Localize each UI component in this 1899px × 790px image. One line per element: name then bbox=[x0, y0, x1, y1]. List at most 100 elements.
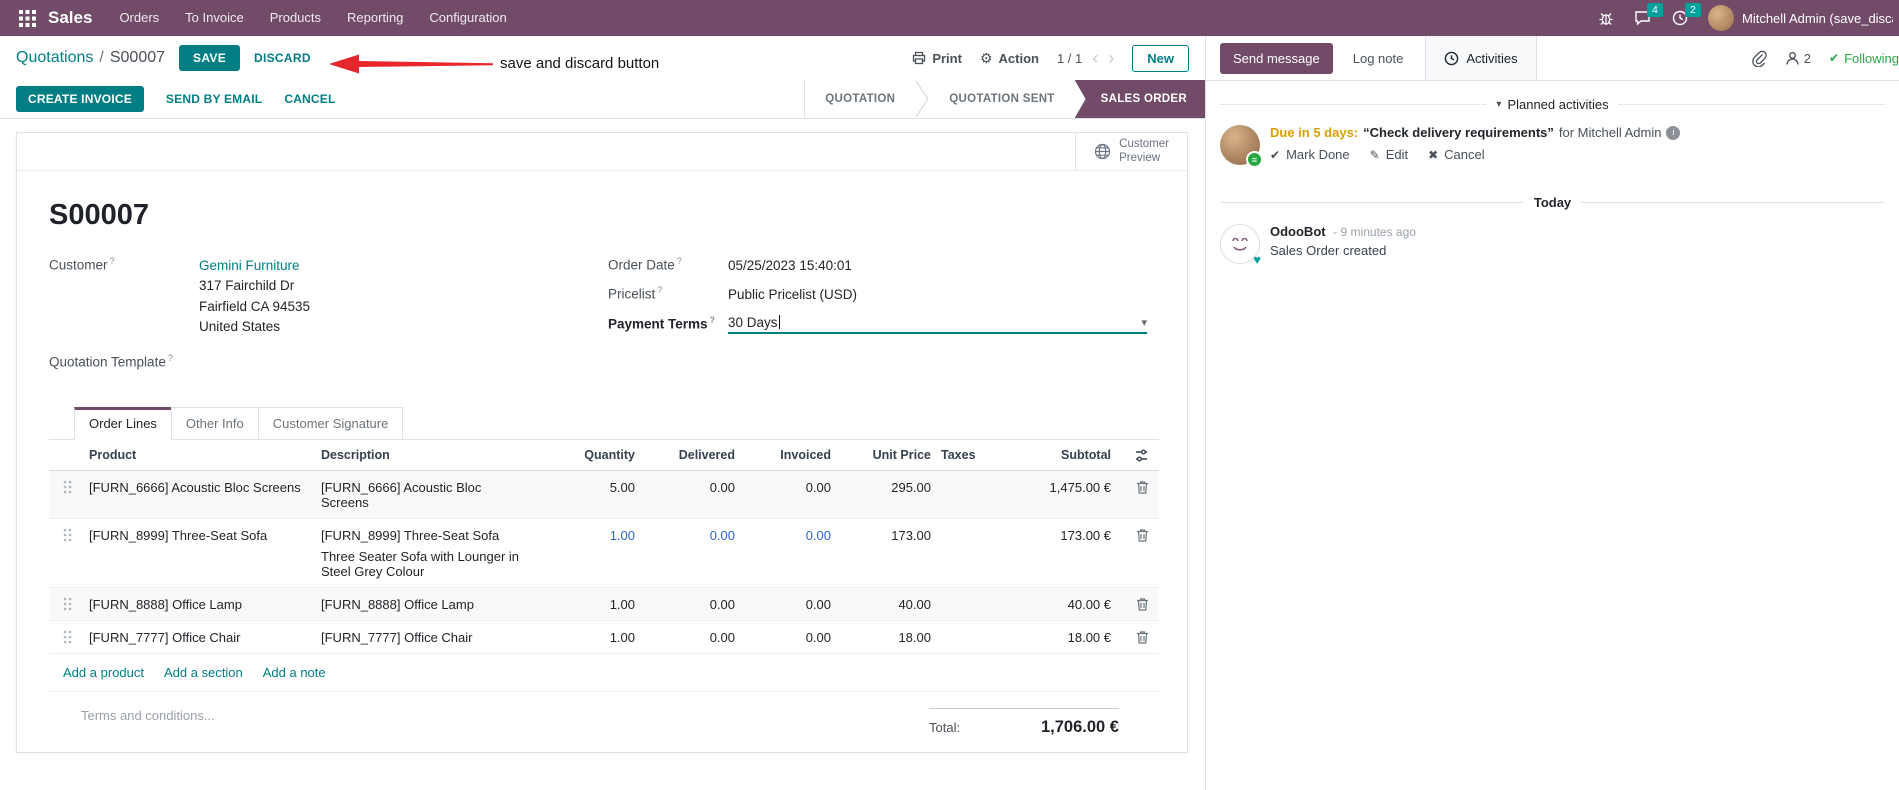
drag-handle-icon[interactable] bbox=[63, 471, 89, 502]
terms-and-conditions-placeholder[interactable]: Terms and conditions... bbox=[81, 708, 215, 737]
unit-price-cell[interactable]: 40.00 bbox=[831, 588, 931, 620]
description-cell[interactable]: [FURN_8888] Office Lamp bbox=[321, 588, 539, 620]
create-invoice-button[interactable]: CREATE INVOICE bbox=[16, 86, 144, 112]
invoiced-cell[interactable]: 0.00 bbox=[735, 519, 831, 551]
unit-price-cell[interactable]: 295.00 bbox=[831, 471, 931, 503]
invoiced-cell[interactable]: 0.00 bbox=[735, 621, 831, 653]
add-section-link[interactable]: Add a section bbox=[164, 665, 243, 680]
following-button[interactable]: ✔ Following bbox=[1829, 51, 1899, 66]
status-step-sales-order[interactable]: SALES ORDER bbox=[1074, 80, 1205, 118]
pager-prev-icon[interactable]: ‹ bbox=[1092, 49, 1098, 67]
cancel-activity-button[interactable]: ✖ Cancel bbox=[1428, 147, 1485, 162]
delivered-cell[interactable]: 0.00 bbox=[635, 588, 735, 620]
delivered-cell[interactable]: 0.00 bbox=[635, 471, 735, 503]
pricelist-value[interactable]: Public Pricelist (USD) bbox=[728, 285, 857, 305]
header-delivered[interactable]: Delivered bbox=[635, 440, 735, 469]
product-cell[interactable]: [FURN_6666] Acoustic Bloc Screens bbox=[89, 471, 321, 503]
delete-row-icon[interactable] bbox=[1111, 588, 1149, 619]
add-note-link[interactable]: Add a note bbox=[263, 665, 326, 680]
product-cell[interactable]: [FURN_8888] Office Lamp bbox=[89, 588, 321, 620]
nav-item-reporting[interactable]: Reporting bbox=[334, 0, 416, 36]
add-product-link[interactable]: Add a product bbox=[63, 665, 144, 680]
quantity-cell[interactable]: 1.00 bbox=[539, 519, 635, 551]
info-icon[interactable]: i bbox=[1666, 125, 1681, 140]
invoiced-cell[interactable]: 0.00 bbox=[735, 588, 831, 620]
customer-preview-button[interactable]: Customer Preview bbox=[1075, 133, 1187, 170]
app-name[interactable]: Sales bbox=[44, 8, 106, 28]
drag-handle-icon[interactable] bbox=[63, 588, 89, 619]
optional-columns-icon[interactable] bbox=[1111, 440, 1149, 470]
dropdown-caret-icon[interactable]: ▾ bbox=[1141, 316, 1147, 329]
header-description[interactable]: Description bbox=[321, 440, 539, 469]
delivered-cell[interactable]: 0.00 bbox=[635, 519, 735, 551]
messages-icon[interactable]: 4 bbox=[1634, 3, 1663, 26]
status-step-quotation[interactable]: QUOTATION bbox=[805, 80, 915, 118]
action-button[interactable]: ⚙ Action bbox=[980, 50, 1039, 67]
description-cell[interactable]: [FURN_6666] Acoustic Bloc Screens bbox=[321, 471, 539, 518]
drag-handle-icon[interactable] bbox=[63, 519, 89, 550]
user-menu[interactable]: Mitchell Admin (save_discard) bbox=[1708, 5, 1893, 31]
taxes-cell[interactable] bbox=[931, 621, 987, 638]
table-row[interactable]: [FURN_7777] Office Chair [FURN_7777] Off… bbox=[49, 621, 1159, 654]
nav-item-to-invoice[interactable]: To Invoice bbox=[172, 0, 257, 36]
table-row[interactable]: [FURN_6666] Acoustic Bloc Screens [FURN_… bbox=[49, 470, 1159, 519]
header-quantity[interactable]: Quantity bbox=[539, 440, 635, 469]
table-row[interactable]: [FURN_8999] Three-Seat Sofa [FURN_8999] … bbox=[49, 519, 1159, 588]
print-button[interactable]: Print bbox=[912, 51, 962, 66]
description-cell[interactable]: [FURN_7777] Office Chair bbox=[321, 621, 539, 653]
activities-clock-icon[interactable]: 2 bbox=[1672, 3, 1701, 26]
activities-button[interactable]: Activities bbox=[1425, 36, 1537, 80]
product-cell[interactable]: [FURN_8999] Three-Seat Sofa bbox=[89, 519, 321, 551]
discard-button[interactable]: DISCARD bbox=[254, 51, 311, 65]
delete-row-icon[interactable] bbox=[1111, 471, 1149, 502]
delivered-cell[interactable]: 0.00 bbox=[635, 621, 735, 653]
nav-item-orders[interactable]: Orders bbox=[106, 0, 172, 36]
nav-item-products[interactable]: Products bbox=[257, 0, 334, 36]
cancel-button[interactable]: CANCEL bbox=[284, 92, 335, 106]
quantity-cell[interactable]: 5.00 bbox=[539, 471, 635, 503]
delete-row-icon[interactable] bbox=[1111, 519, 1149, 550]
apps-grid-icon[interactable] bbox=[10, 0, 44, 36]
unit-price-cell[interactable]: 18.00 bbox=[831, 621, 931, 653]
order-date-value[interactable]: 05/25/2023 15:40:01 bbox=[728, 256, 852, 276]
tab-customer-signature[interactable]: Customer Signature bbox=[257, 406, 404, 440]
print-label: Print bbox=[932, 50, 962, 66]
taxes-cell[interactable] bbox=[931, 519, 987, 536]
payment-terms-input[interactable]: 30 Days ▾ bbox=[728, 315, 1147, 334]
send-message-button[interactable]: Send message bbox=[1220, 42, 1333, 74]
delete-row-icon[interactable] bbox=[1111, 621, 1149, 652]
new-button[interactable]: New bbox=[1132, 44, 1189, 72]
quantity-cell[interactable]: 1.00 bbox=[539, 621, 635, 653]
table-row[interactable]: [FURN_8888] Office Lamp [FURN_8888] Offi… bbox=[49, 587, 1159, 621]
planned-activities-toggle[interactable]: ▾ Planned activities bbox=[1496, 97, 1608, 112]
description-cell[interactable]: [FURN_8999] Three-Seat Sofa Three Seater… bbox=[321, 519, 539, 587]
attachment-paperclip-icon[interactable] bbox=[1751, 50, 1767, 67]
header-taxes[interactable]: Taxes bbox=[931, 440, 987, 469]
followers-button[interactable]: 2 bbox=[1785, 51, 1811, 66]
nav-item-configuration[interactable]: Configuration bbox=[416, 0, 519, 36]
status-step-quotation-sent[interactable]: QUOTATION SENT bbox=[929, 80, 1074, 118]
invoiced-cell[interactable]: 0.00 bbox=[735, 471, 831, 503]
taxes-cell[interactable] bbox=[931, 588, 987, 605]
tab-order-lines[interactable]: Order Lines bbox=[74, 406, 172, 440]
taxes-cell[interactable] bbox=[931, 471, 987, 488]
log-note-button[interactable]: Log note bbox=[1353, 51, 1404, 66]
message-author[interactable]: OdooBot bbox=[1270, 224, 1326, 239]
header-unit-price[interactable]: Unit Price bbox=[831, 440, 931, 469]
header-invoiced[interactable]: Invoiced bbox=[735, 440, 831, 469]
pager-next-icon[interactable]: › bbox=[1108, 49, 1114, 67]
unit-price-cell[interactable]: 173.00 bbox=[831, 519, 931, 551]
save-button[interactable]: SAVE bbox=[179, 45, 241, 71]
quantity-cell[interactable]: 1.00 bbox=[539, 588, 635, 620]
breadcrumb-quotations-link[interactable]: Quotations bbox=[16, 49, 93, 67]
tab-other-info[interactable]: Other Info bbox=[170, 406, 259, 440]
send-by-email-button[interactable]: SEND BY EMAIL bbox=[166, 92, 262, 106]
header-product[interactable]: Product bbox=[89, 440, 321, 469]
product-cell[interactable]: [FURN_7777] Office Chair bbox=[89, 621, 321, 653]
debug-bug-icon[interactable] bbox=[1598, 10, 1614, 26]
mark-done-button[interactable]: ✔ Mark Done bbox=[1270, 147, 1350, 162]
drag-handle-icon[interactable] bbox=[63, 621, 89, 652]
customer-link[interactable]: Gemini Furniture bbox=[199, 256, 310, 276]
edit-activity-button[interactable]: ✎ Edit bbox=[1370, 147, 1408, 162]
header-subtotal[interactable]: Subtotal bbox=[987, 440, 1111, 469]
